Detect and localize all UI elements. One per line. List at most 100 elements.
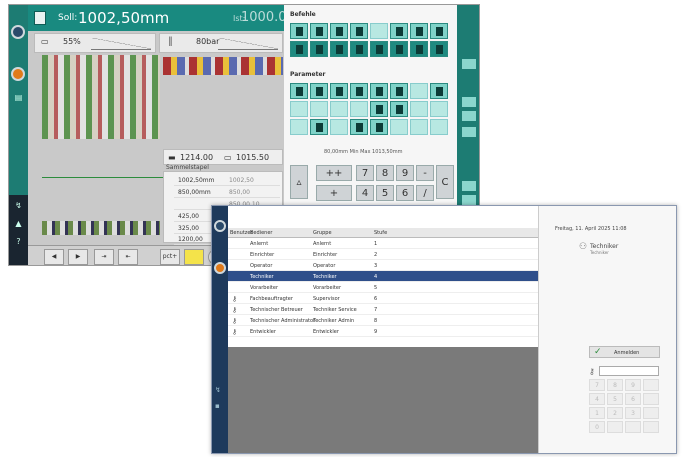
toolbar-button[interactable] bbox=[462, 181, 476, 191]
command-tile[interactable] bbox=[430, 41, 448, 57]
parameter-tile[interactable] bbox=[350, 119, 368, 135]
pin-key[interactable] bbox=[643, 379, 659, 391]
warning-icon[interactable]: ▲ bbox=[12, 219, 25, 229]
command-tile[interactable] bbox=[350, 23, 368, 39]
parameter-tile[interactable] bbox=[330, 101, 348, 117]
key-plus[interactable]: + bbox=[316, 185, 352, 201]
table-row[interactable]: Einrichter Einrichter 2 bbox=[228, 249, 538, 260]
parameter-tile[interactable] bbox=[310, 119, 328, 135]
home-icon[interactable] bbox=[214, 220, 226, 232]
forward-button[interactable]: ▶ bbox=[68, 249, 88, 265]
parameter-tile[interactable] bbox=[350, 83, 368, 99]
command-tile[interactable] bbox=[310, 41, 328, 57]
parameter-tile[interactable] bbox=[290, 119, 308, 135]
pin-key[interactable] bbox=[625, 421, 641, 433]
key-9[interactable]: 9 bbox=[396, 165, 414, 181]
command-tile[interactable] bbox=[410, 41, 428, 57]
parameter-tile[interactable] bbox=[290, 101, 308, 117]
key-clear[interactable]: C bbox=[436, 165, 454, 199]
pin-key[interactable]: 1 bbox=[589, 407, 605, 419]
pin-key[interactable]: 5 bbox=[607, 393, 623, 405]
parameter-tile[interactable] bbox=[370, 83, 388, 99]
pressure-gauge[interactable]: ║ 80bar bbox=[159, 33, 283, 53]
command-tile[interactable] bbox=[390, 23, 408, 39]
pin-key[interactable] bbox=[607, 421, 623, 433]
pin-key[interactable]: 0 bbox=[589, 421, 605, 433]
tool-icon[interactable]: ↯ bbox=[12, 201, 25, 211]
command-tile[interactable] bbox=[330, 41, 348, 57]
parameter-tile[interactable] bbox=[430, 119, 448, 135]
parameter-tile[interactable] bbox=[350, 101, 368, 117]
parameter-tile[interactable] bbox=[370, 119, 388, 135]
pin-key[interactable]: 7 bbox=[589, 379, 605, 391]
pin-key[interactable]: 8 bbox=[607, 379, 623, 391]
pin-key[interactable]: 3 bbox=[625, 407, 641, 419]
parameter-tile[interactable] bbox=[310, 83, 328, 99]
toolbar-button[interactable] bbox=[462, 127, 476, 137]
machine-icon[interactable]: ▤ bbox=[12, 93, 25, 103]
command-tile[interactable] bbox=[390, 41, 408, 57]
parameter-tile[interactable] bbox=[330, 119, 348, 135]
table-row[interactable]: ⚷ Technischer Administrator Techniker Admi… bbox=[228, 315, 538, 326]
pin-key[interactable] bbox=[643, 407, 659, 419]
table-row[interactable]: Operator Operator 3 bbox=[228, 260, 538, 271]
key-minus[interactable]: - bbox=[416, 165, 434, 181]
parameter-tile[interactable] bbox=[390, 83, 408, 99]
yellow-button[interactable] bbox=[184, 249, 204, 265]
pin-key[interactable]: 4 bbox=[589, 393, 605, 405]
key-6[interactable]: 6 bbox=[396, 185, 414, 201]
table-row[interactable]: ⚷ Fachbeauftragter Supervisor 6 bbox=[228, 293, 538, 304]
parameter-tile[interactable] bbox=[410, 119, 428, 135]
pin-key[interactable]: 9 bbox=[625, 379, 641, 391]
parameter-tile[interactable] bbox=[290, 83, 308, 99]
insert-button[interactable]: ⇥ bbox=[94, 249, 114, 265]
parameter-tile[interactable] bbox=[330, 83, 348, 99]
back-button[interactable]: ◀ bbox=[44, 249, 64, 265]
toolbar-button[interactable] bbox=[462, 195, 476, 205]
parameter-tile[interactable] bbox=[430, 101, 448, 117]
home-icon[interactable] bbox=[11, 25, 25, 39]
toolbar-button[interactable] bbox=[462, 111, 476, 121]
table-row[interactable]: ⚷ Entwickler Entwickler 9 bbox=[228, 326, 538, 337]
parameter-tile[interactable] bbox=[390, 119, 408, 135]
key-4[interactable]: 4 bbox=[356, 185, 374, 201]
table-row[interactable]: Vorarbeiter Vorarbeiter 5 bbox=[228, 282, 538, 293]
parameter-tile[interactable] bbox=[410, 83, 428, 99]
table-row[interactable]: ⚷ Technischer Betreuer Techniker Service 7 bbox=[228, 304, 538, 315]
help-icon[interactable]: ? bbox=[12, 237, 25, 247]
password-input[interactable] bbox=[599, 366, 659, 376]
table-row[interactable]: 1002,50mm 1002,50 bbox=[174, 174, 280, 186]
tool-icon[interactable]: ↯ bbox=[215, 386, 225, 394]
key-8[interactable]: 8 bbox=[376, 165, 394, 181]
parameter-tile[interactable] bbox=[310, 101, 328, 117]
parameter-tile[interactable] bbox=[410, 101, 428, 117]
pin-key[interactable]: 6 bbox=[625, 393, 641, 405]
user-icon[interactable] bbox=[214, 262, 226, 274]
login-button[interactable]: ✓ Anmelden bbox=[589, 346, 660, 358]
command-tile[interactable] bbox=[430, 23, 448, 39]
remove-button[interactable]: ⇤ bbox=[118, 249, 138, 265]
user-icon[interactable] bbox=[11, 67, 25, 81]
toolbar-button[interactable] bbox=[462, 59, 476, 69]
pin-key[interactable] bbox=[643, 421, 659, 433]
table-row[interactable]: 850,00mm 850,00 bbox=[174, 186, 280, 198]
parameter-tile[interactable] bbox=[370, 101, 388, 117]
command-tile[interactable] bbox=[290, 41, 308, 57]
parameter-tile[interactable] bbox=[430, 83, 448, 99]
info-icon[interactable]: ▪ bbox=[215, 402, 225, 410]
key-plusplus[interactable]: ++ bbox=[316, 165, 352, 181]
key-5[interactable]: 5 bbox=[376, 185, 394, 201]
pct-button[interactable]: pct+ bbox=[160, 249, 180, 265]
table-row[interactable]: Anlernt Anlernt 1 bbox=[228, 238, 538, 249]
command-tile[interactable] bbox=[290, 23, 308, 39]
key-7[interactable]: 7 bbox=[356, 165, 374, 181]
speed-gauge[interactable]: ▭ 55% bbox=[34, 33, 156, 53]
command-tile[interactable] bbox=[410, 23, 428, 39]
command-tile[interactable] bbox=[370, 23, 388, 39]
command-tile[interactable] bbox=[330, 23, 348, 39]
command-tile[interactable] bbox=[310, 23, 328, 39]
command-tile[interactable] bbox=[350, 41, 368, 57]
pin-key[interactable] bbox=[643, 393, 659, 405]
command-tile[interactable] bbox=[370, 41, 388, 57]
parameter-tile[interactable] bbox=[390, 101, 408, 117]
